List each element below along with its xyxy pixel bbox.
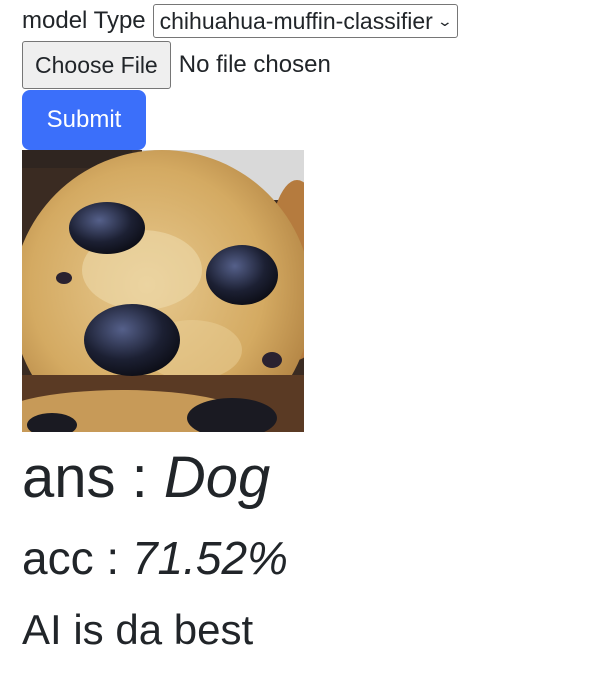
uploaded-image-preview bbox=[22, 150, 304, 432]
model-type-select[interactable]: chihuahua-muffin-classifier ⌄ bbox=[152, 4, 458, 38]
file-status-text: No file chosen bbox=[178, 51, 331, 78]
accuracy-line: acc : 71.52% bbox=[22, 528, 288, 588]
chevron-down-icon: ⌄ bbox=[436, 12, 453, 29]
answer-label: ans : bbox=[22, 445, 148, 510]
model-type-row: model Type chihuahua-muffin-classifier ⌄ bbox=[22, 3, 458, 39]
submit-button[interactable]: Submit bbox=[22, 90, 146, 150]
answer-value: Dog bbox=[163, 445, 271, 510]
accuracy-value: 71.52% bbox=[131, 532, 288, 584]
accuracy-label: acc : bbox=[22, 532, 120, 584]
file-input-row: Choose File No file chosen bbox=[22, 41, 331, 89]
tagline-text: AI is da best bbox=[22, 606, 254, 653]
choose-file-button[interactable]: Choose File bbox=[22, 41, 171, 89]
model-type-label: model Type bbox=[22, 7, 146, 34]
model-type-selected-value: chihuahua-muffin-classifier bbox=[159, 7, 433, 34]
answer-line: ans : Dog bbox=[22, 442, 270, 514]
